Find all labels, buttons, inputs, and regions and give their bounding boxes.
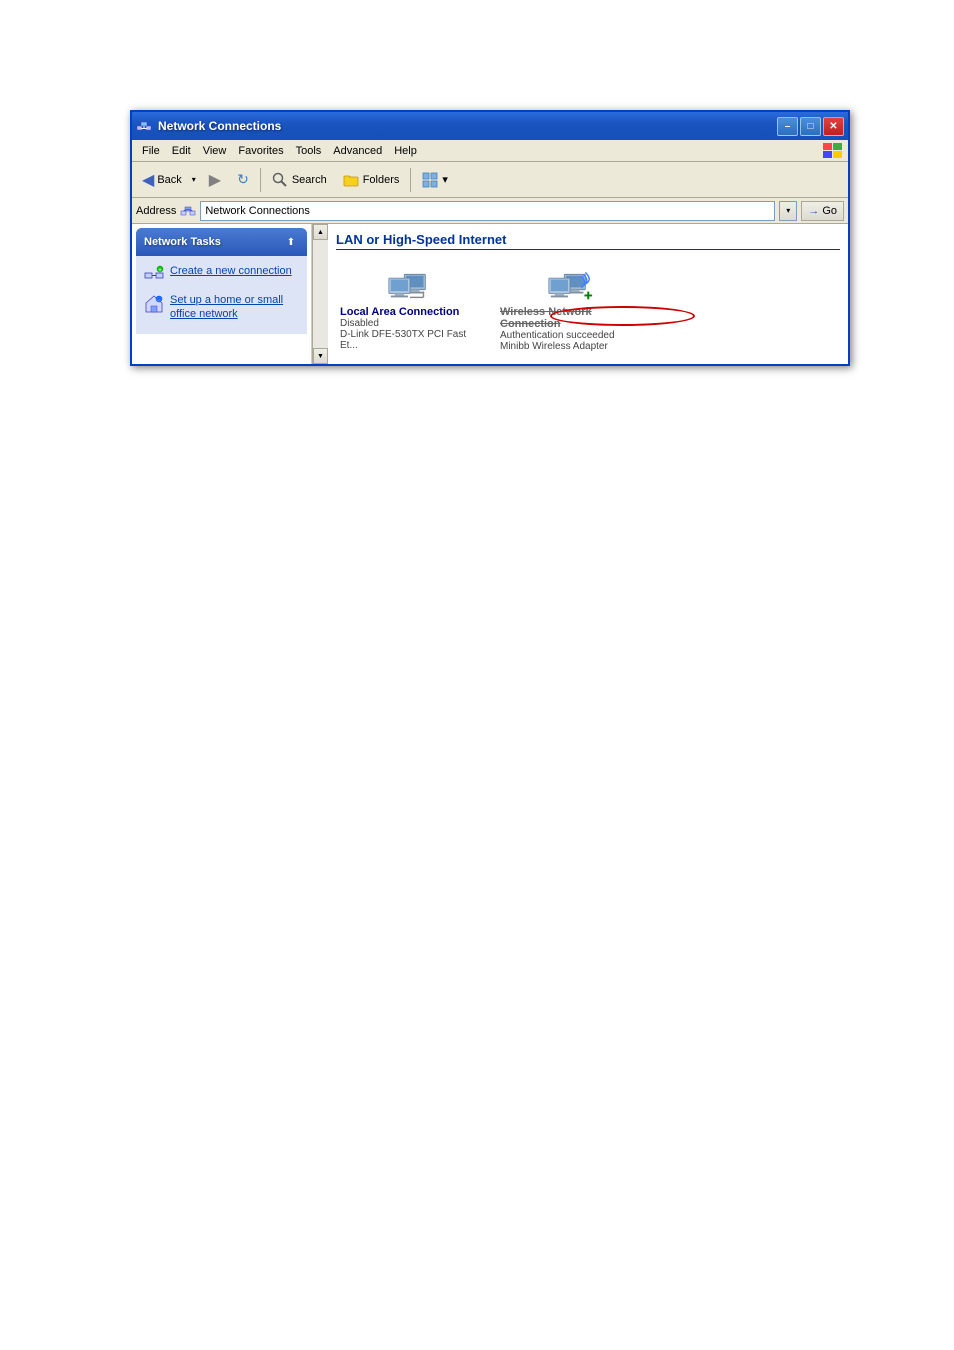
wireless-connection-icon xyxy=(545,262,595,302)
folders-button[interactable]: Folders xyxy=(336,166,407,194)
address-input[interactable]: Network Connections xyxy=(200,201,775,221)
wireless-info: Wireless Network Connection Authenticati… xyxy=(500,306,640,352)
title-bar-buttons: – □ ✕ xyxy=(777,117,844,136)
forward-icon: ▶ xyxy=(209,170,221,190)
menu-advanced[interactable]: Advanced xyxy=(327,143,388,159)
home-network-icon xyxy=(144,294,164,314)
local-area-connection-item[interactable]: Local Area Connection Disabled D-Link DF… xyxy=(340,262,480,352)
go-label: Go xyxy=(822,205,837,217)
back-button[interactable]: ◀ Back xyxy=(136,166,188,194)
lan-info: Local Area Connection Disabled D-Link DF… xyxy=(340,306,480,351)
network-connections-window: Network Connections – □ ✕ File Edit View… xyxy=(130,110,850,366)
home-network-label: Set up a home or small office network xyxy=(170,293,299,322)
back-label: Back xyxy=(157,174,181,186)
views-icon xyxy=(422,172,438,188)
wireless-connection-item[interactable]: Wireless Network Connection Authenticati… xyxy=(500,262,640,352)
address-bar: Address Network Connections ▾ → Go xyxy=(132,198,848,224)
menu-edit[interactable]: Edit xyxy=(166,143,197,159)
forward-button[interactable]: ▶ xyxy=(202,166,228,194)
create-connection-label: Create a new connection xyxy=(170,264,292,278)
search-button[interactable]: Search xyxy=(265,166,334,194)
lan-status: Disabled xyxy=(340,318,480,329)
back-dropdown-button[interactable]: ▾ xyxy=(188,166,200,194)
lan-section-title: LAN or High-Speed Internet xyxy=(336,232,840,250)
menu-help[interactable]: Help xyxy=(388,143,423,159)
network-tasks-title: Network Tasks xyxy=(144,236,283,248)
address-icon xyxy=(180,203,196,219)
scroll-track xyxy=(313,240,328,348)
go-arrow-icon: → xyxy=(808,205,819,217)
connections-grid: Local Area Connection Disabled D-Link DF… xyxy=(336,258,840,356)
sidebar-scrollbar: ▲ ▼ xyxy=(312,224,328,364)
refresh-button[interactable]: ↻ xyxy=(230,166,256,194)
home-network-link[interactable]: Set up a home or small office network xyxy=(140,291,303,324)
collapse-icon[interactable]: ⬆ xyxy=(283,234,299,250)
windows-logo-icon xyxy=(822,142,844,160)
wireless-name: Wireless Network Connection xyxy=(500,306,640,330)
network-tasks-section: Network Tasks ⬆ xyxy=(136,228,307,334)
content-area: Network Tasks ⬆ xyxy=(132,224,848,364)
close-button[interactable]: ✕ xyxy=(823,117,844,136)
menu-tools[interactable]: Tools xyxy=(290,143,328,159)
window-title: Network Connections xyxy=(158,119,777,133)
menu-bar: File Edit View Favorites Tools Advanced … xyxy=(132,140,848,162)
views-dropdown-arrow: ▾ xyxy=(442,173,448,186)
lan-device: D-Link DFE-530TX PCI Fast Et... xyxy=(340,329,480,351)
menu-favorites[interactable]: Favorites xyxy=(232,143,289,159)
maximize-button[interactable]: □ xyxy=(800,117,821,136)
toolbar: ◀ Back ▾ ▶ ↻ Search Folders xyxy=(132,162,848,198)
menu-file[interactable]: File xyxy=(136,143,166,159)
menu-view[interactable]: View xyxy=(197,143,233,159)
refresh-icon: ↻ xyxy=(237,171,249,188)
back-button-group: ◀ Back ▾ xyxy=(136,166,200,194)
address-value: Network Connections xyxy=(205,205,310,217)
address-dropdown-button[interactable]: ▾ xyxy=(779,201,797,221)
main-panel: LAN or High-Speed Internet xyxy=(328,224,848,364)
views-button[interactable]: ▾ xyxy=(415,166,455,194)
lan-icon-area xyxy=(385,262,435,302)
wireless-icon-area xyxy=(545,262,595,302)
svg-text:+: + xyxy=(158,268,162,274)
new-connection-icon: + xyxy=(144,265,164,285)
go-button[interactable]: → Go xyxy=(801,201,844,221)
toolbar-separator-2 xyxy=(410,168,411,192)
network-tasks-header[interactable]: Network Tasks ⬆ xyxy=(136,228,307,256)
scroll-down-button[interactable]: ▼ xyxy=(313,348,328,364)
title-bar: Network Connections – □ ✕ xyxy=(132,112,848,140)
local-area-connection-icon xyxy=(385,262,435,302)
back-arrow-icon: ◀ xyxy=(142,170,154,190)
scroll-up-button[interactable]: ▲ xyxy=(313,224,328,240)
wireless-device: Minibb Wireless Adapter xyxy=(500,341,640,352)
search-label: Search xyxy=(292,174,327,186)
folders-label: Folders xyxy=(363,174,400,186)
search-icon xyxy=(272,172,288,188)
minimize-button[interactable]: – xyxy=(777,117,798,136)
address-label: Address xyxy=(136,205,176,217)
sidebar: Network Tasks ⬆ xyxy=(132,224,312,364)
folders-icon xyxy=(343,172,359,188)
toolbar-separator-1 xyxy=(260,168,261,192)
window-icon xyxy=(136,118,152,134)
wireless-status: Authentication succeeded xyxy=(500,330,640,341)
lan-name: Local Area Connection xyxy=(340,306,480,318)
create-connection-link[interactable]: + Create a new connection xyxy=(140,262,303,287)
network-tasks-body: + Create a new connection xyxy=(136,256,307,334)
